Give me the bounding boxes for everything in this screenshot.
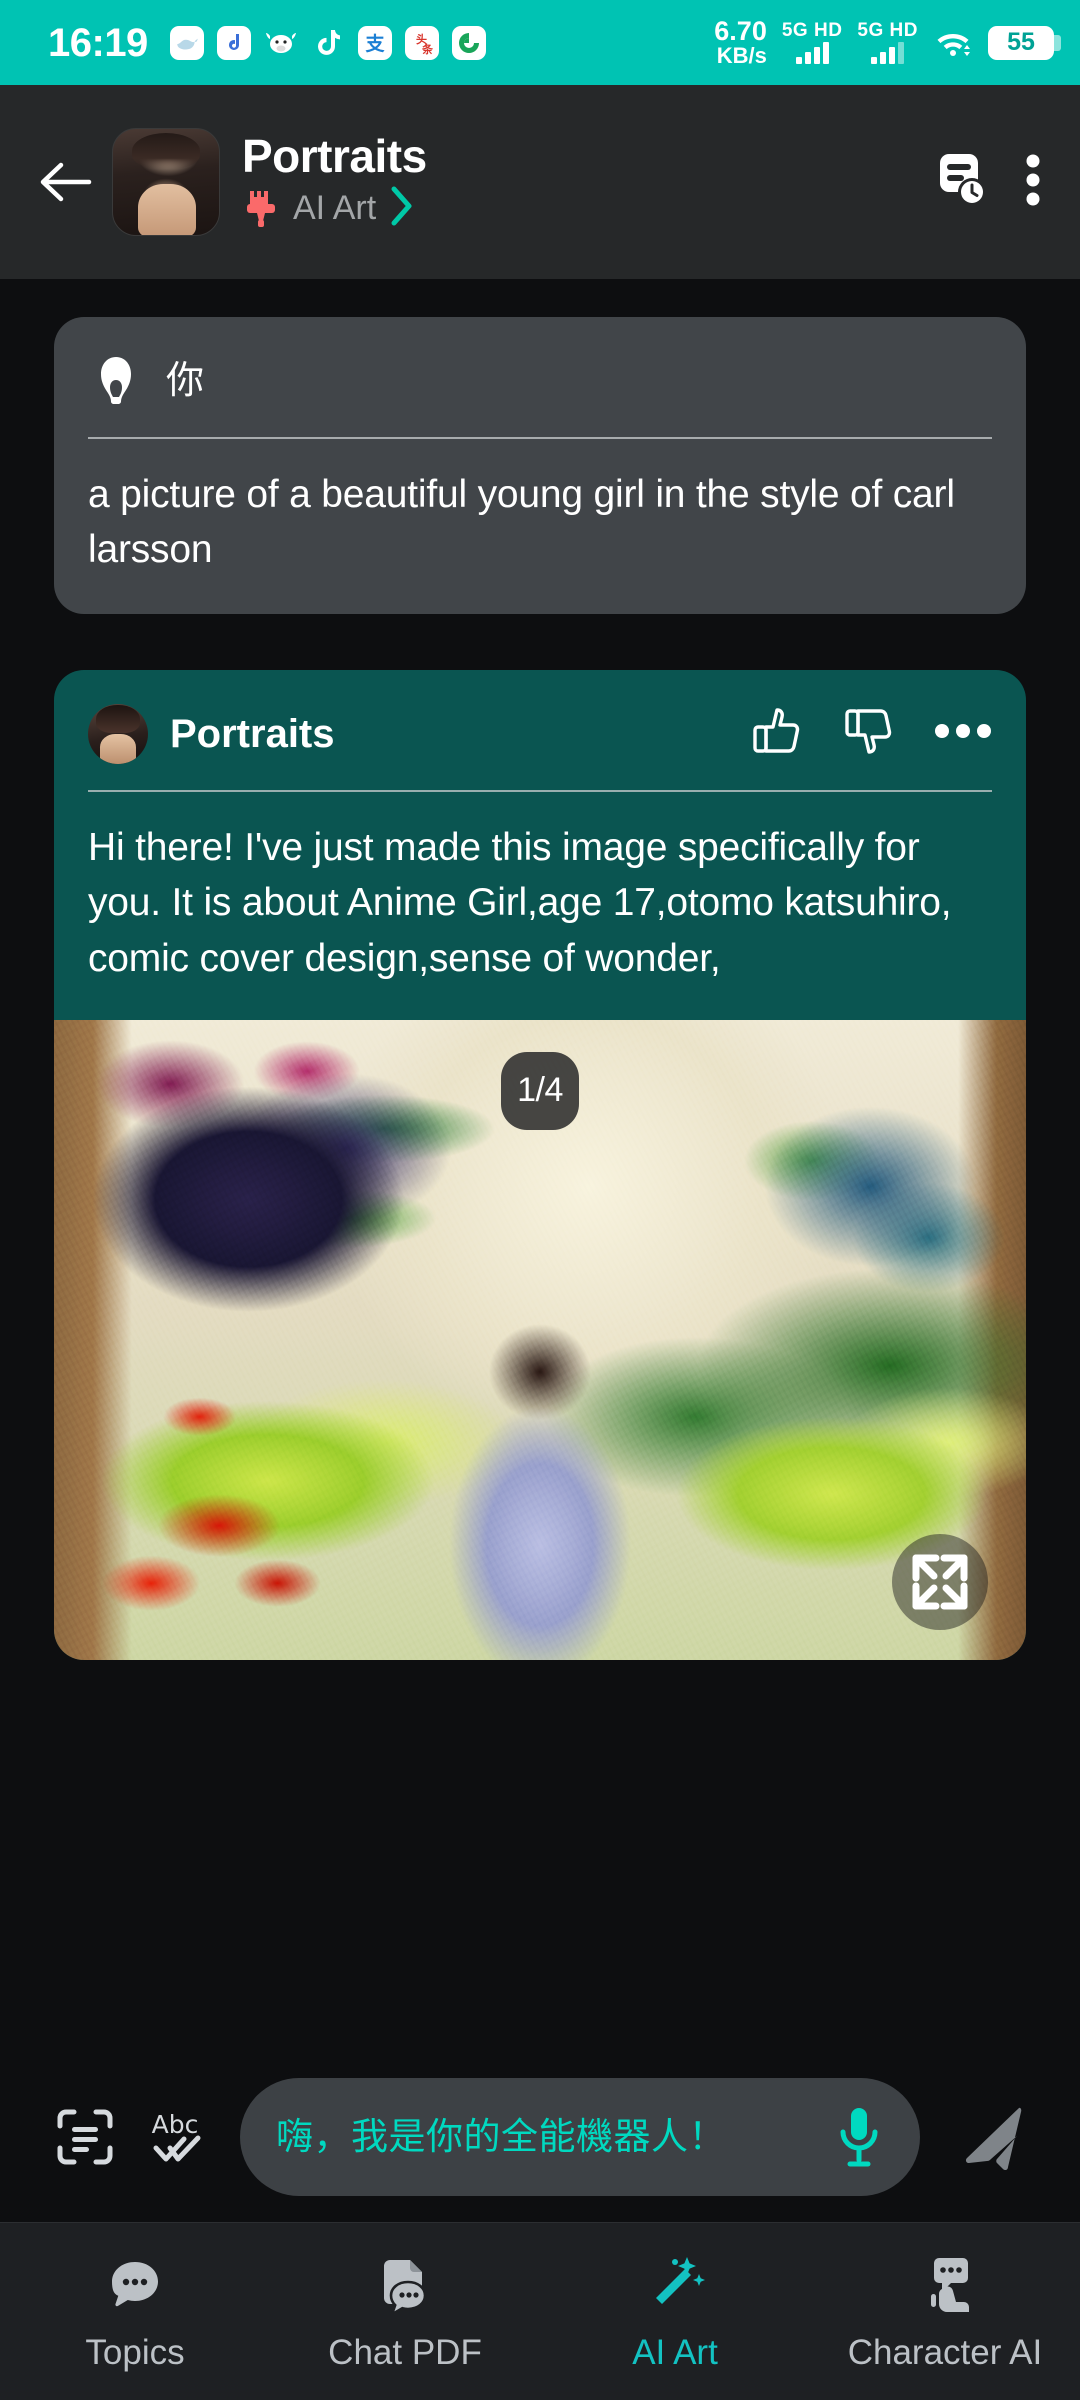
nav-label-topics: Topics [85, 2333, 185, 2372]
status-clock: 16:19 [48, 20, 148, 65]
thumbs-up-icon[interactable] [750, 704, 804, 763]
bot-message-actions [750, 704, 992, 763]
chat-history-icon[interactable] [934, 151, 990, 214]
bottom-navigation: Topics Chat PDF AI Art Character AI [0, 2222, 1080, 2400]
back-arrow-icon [40, 162, 92, 202]
user-name-label: 你 [166, 360, 205, 402]
app-header: Portraits AI Art [0, 85, 1080, 279]
header-title-group: Portraits AI Art [242, 132, 934, 231]
scan-text-icon [57, 2109, 113, 2165]
send-arrow-icon [965, 2107, 1022, 2171]
pdf-chat-icon [374, 2249, 436, 2321]
expand-image-button[interactable] [892, 1533, 988, 1630]
bot-message-bubble: Portraits Hi there! I've just made this … [54, 669, 1026, 1660]
message-input-placeholder: 嗨，我是你的全能機器人！ [276, 2114, 726, 2158]
user-message-text: a picture of a beautiful young girl in t… [88, 473, 955, 572]
message-input-bar: Abc 嗨，我是你的全能機器人！ [0, 2052, 1080, 2222]
network-speed-indicator: 6.70 KB/s [714, 15, 767, 69]
sim1-network-label: 5G HD [781, 20, 843, 41]
bot-message-header: Portraits [88, 703, 992, 764]
alipay-app-icon: 支 [357, 25, 392, 60]
more-horizontal-icon[interactable] [934, 722, 992, 745]
translate-button[interactable]: Abc [138, 2100, 212, 2174]
bot-message-divider [88, 789, 992, 792]
network-speed-unit: KB/s [716, 43, 767, 69]
user-message-header: 你 [88, 351, 992, 411]
paintbrush-icon [242, 188, 280, 228]
chevron-right-icon[interactable] [389, 185, 415, 232]
send-button[interactable] [944, 2089, 1040, 2185]
nav-label-ai-art: AI Art [632, 2333, 718, 2372]
header-subtitle-row[interactable]: AI Art [242, 185, 934, 232]
battery-level: 55 [1007, 28, 1035, 56]
chat-scroll-area[interactable]: 你 a picture of a beautiful young girl in… [0, 279, 1080, 2052]
svg-text:Abc: Abc [152, 2110, 199, 2139]
back-button[interactable] [24, 140, 108, 224]
thumbs-down-icon[interactable] [842, 704, 896, 763]
header-avatar[interactable] [112, 128, 220, 236]
app-screen: 16:19 支 头条 6.70 KB/s 5G HD 5G HD 55 Port… [0, 0, 1080, 2400]
tiktok-app-icon [311, 26, 345, 60]
microphone-button[interactable] [826, 2098, 892, 2176]
bot-avatar[interactable] [88, 703, 148, 764]
user-avatar-icon [88, 353, 144, 409]
status-notification-icons: 支 头条 [169, 25, 486, 60]
nav-label-character-ai: Character AI [847, 2333, 1043, 2372]
svg-text:支: 支 [364, 33, 385, 55]
whale-app-icon [169, 25, 204, 60]
spiral-app-icon [451, 25, 486, 60]
microphone-icon [840, 2108, 878, 2167]
user-message-bubble: 你 a picture of a beautiful young girl in… [54, 317, 1026, 614]
svg-text:条: 条 [421, 42, 434, 56]
header-actions [934, 151, 1042, 214]
nav-item-ai-art[interactable]: AI Art [540, 2249, 810, 2370]
nav-item-character-ai[interactable]: Character AI [810, 2249, 1080, 2370]
nav-label-chat-pdf: Chat PDF [328, 2333, 482, 2372]
generated-image-container[interactable]: 1/4 [54, 1019, 1026, 1660]
sim2-signal-bars [871, 42, 905, 64]
sim2-signal-indicator: 5G HD [857, 21, 918, 64]
expand-fullscreen-icon [912, 1554, 968, 1610]
chat-bubble-icon [104, 2249, 166, 2321]
bot-message-text: Hi there! I've just made this image spec… [88, 825, 952, 980]
page-title: Portraits [242, 130, 427, 183]
status-right-group: 6.70 KB/s 5G HD 5G HD 55 [714, 15, 1061, 69]
character-bubble-icon [914, 2249, 976, 2321]
toutiao-app-icon: 头条 [404, 25, 439, 60]
battery-indicator: 55 [988, 25, 1061, 60]
scan-text-button[interactable] [48, 2100, 122, 2174]
magic-wand-icon [644, 2249, 706, 2321]
status-bar: 16:19 支 头条 6.70 KB/s 5G HD 5G HD 55 [0, 0, 1080, 85]
more-vertical-icon[interactable] [1024, 151, 1042, 214]
image-page-indicator: 1/4 [501, 1051, 579, 1130]
bot-name-label: Portraits [170, 711, 335, 756]
wifi-icon [933, 28, 973, 58]
sim1-signal-indicator: 5G HD [782, 21, 843, 64]
abc-check-icon: Abc [152, 2110, 201, 2162]
nav-item-chat-pdf[interactable]: Chat PDF [270, 2249, 540, 2370]
user-message-divider [88, 437, 992, 439]
network-speed-value: 6.70 [714, 15, 767, 46]
cow-app-icon [264, 26, 298, 60]
note-app-icon [216, 25, 251, 60]
message-input-field[interactable]: 嗨，我是你的全能機器人！ [240, 2078, 920, 2196]
sim1-signal-bars [795, 42, 829, 64]
sim2-network-label: 5G HD [857, 20, 918, 41]
header-subtitle: AI Art [293, 189, 377, 228]
nav-item-topics[interactable]: Topics [0, 2249, 270, 2370]
